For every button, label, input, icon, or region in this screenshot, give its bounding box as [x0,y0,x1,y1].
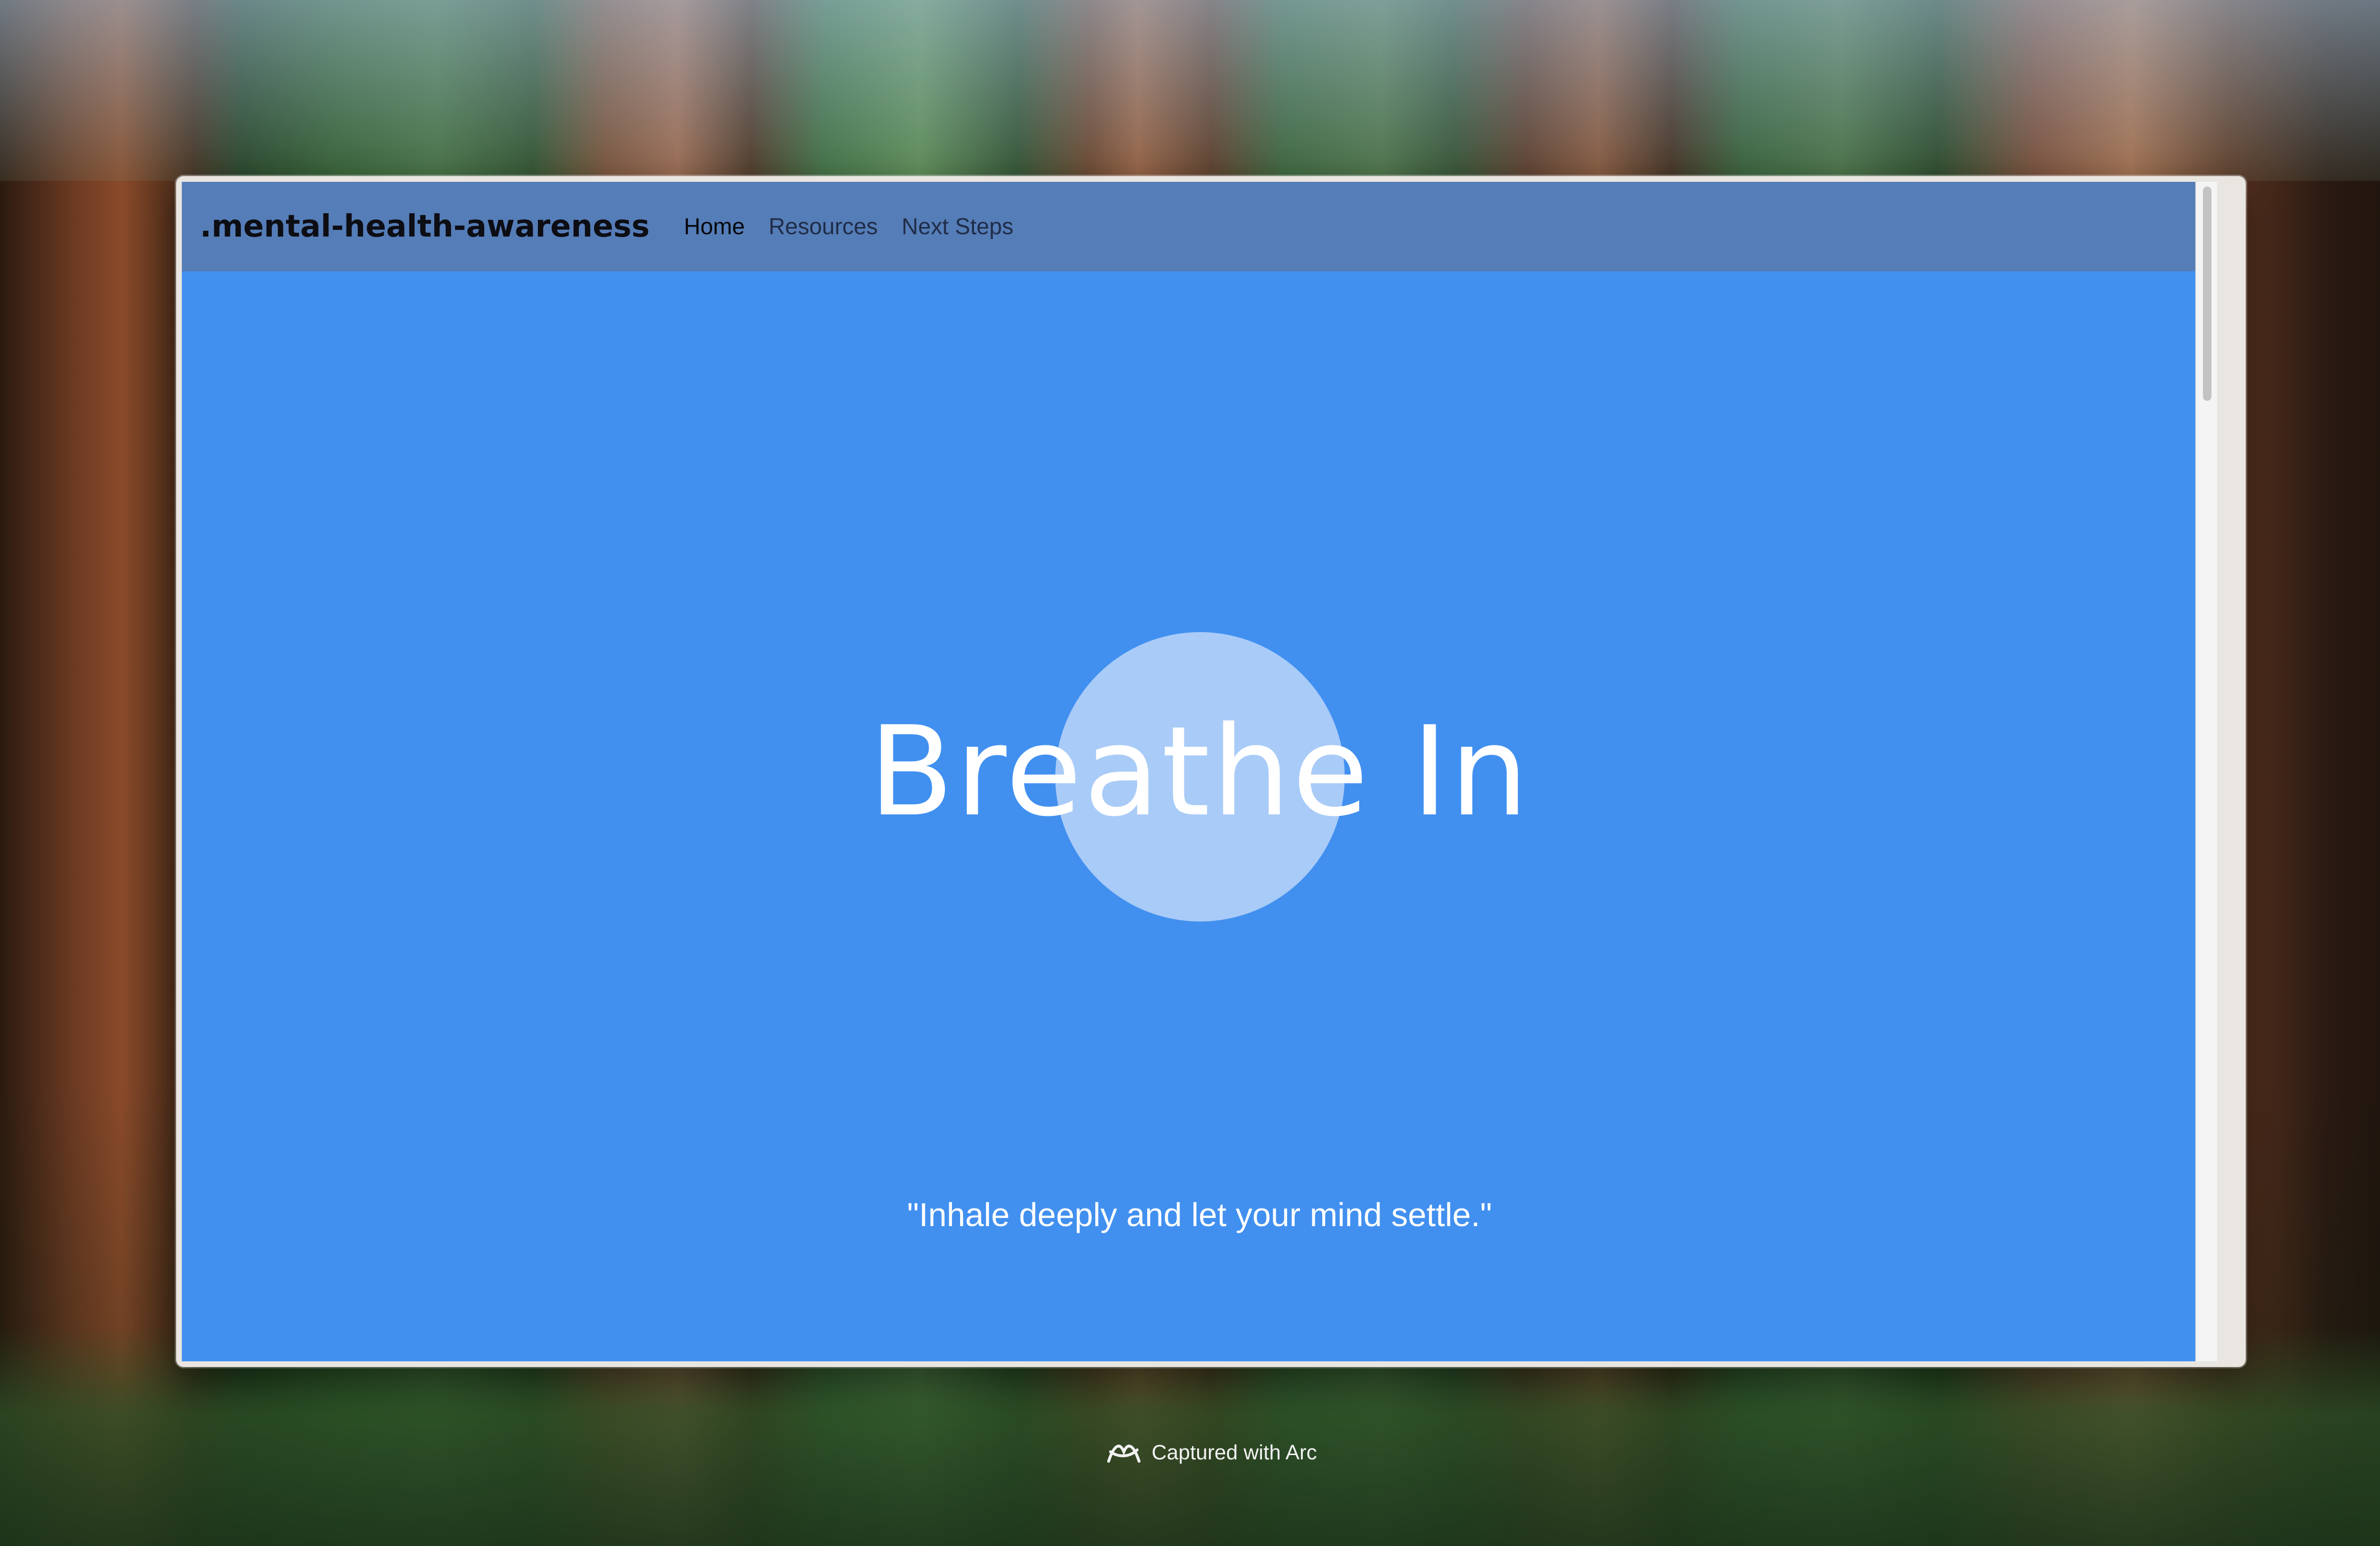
nav-link-resources[interactable]: Resources [769,214,878,240]
site-brand[interactable]: .mental-health-awareness [200,209,650,244]
capture-caption: Captured with Arc [0,1438,2380,1467]
nav-link-next-steps[interactable]: Next Steps [902,214,1013,240]
scrollbar[interactable] [2195,182,2217,1361]
nav-link-home[interactable]: Home [684,214,745,240]
sky-overlay [0,0,2380,181]
browser-window: .mental-health-awareness Home Resources … [176,176,2246,1367]
capture-text: Captured with Arc [1151,1441,1317,1464]
arc-logo-icon [1107,1445,1141,1463]
breathe-title: Breathe In [869,700,1530,844]
top-navbar: .mental-health-awareness Home Resources … [182,182,2217,271]
scrollbar-thumb[interactable] [2203,187,2211,401]
page-viewport: .mental-health-awareness Home Resources … [182,182,2217,1361]
nav-links: Home Resources Next Steps [684,214,1037,240]
breathing-quote: "Inhale deeply and let your mind settle.… [907,1196,1492,1233]
